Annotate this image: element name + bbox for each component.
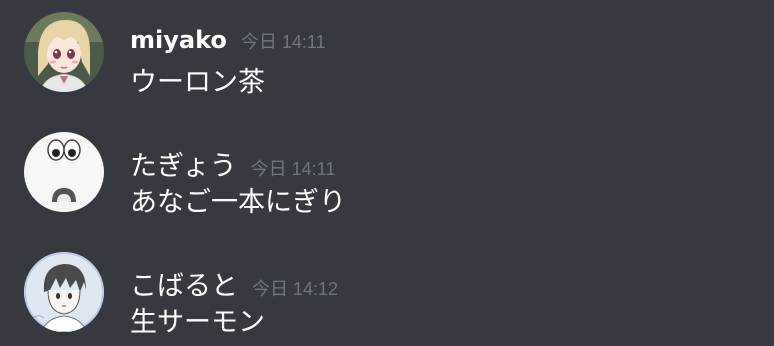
username[interactable]: たぎょう [130,151,237,182]
chat-message-list: miyako 今日 14:11 ウーロン茶 たぎょう 今日 14:11 あなご一本に… [0,0,774,346]
sketch-boy-avatar-icon[interactable] [24,252,104,332]
message-content: 生サーモン [130,307,265,338]
message-header: たぎょう 今日 14:11 [130,144,336,182]
timestamp: 今日 14:12 [252,279,339,299]
message-item: たぎょう 今日 14:11 あなご一本にぎり [0,120,774,220]
message-item: miyako 今日 14:11 ウーロン茶 [0,0,774,100]
message-content: ウーロン茶 [130,67,265,98]
surprised-face-avatar-icon[interactable] [24,132,104,212]
anime-girl-avatar-icon[interactable] [24,12,104,92]
timestamp: 今日 14:11 [240,32,326,52]
message-header: こばると 今日 14:12 [130,264,339,302]
username[interactable]: miyako [130,26,227,54]
message-item: こばると 今日 14:12 生サーモン [0,240,774,340]
timestamp: 今日 14:11 [250,159,336,179]
message-header: miyako 今日 14:11 [130,26,326,58]
message-content: あなご一本にぎり [130,187,346,218]
username[interactable]: こばると [130,271,238,302]
